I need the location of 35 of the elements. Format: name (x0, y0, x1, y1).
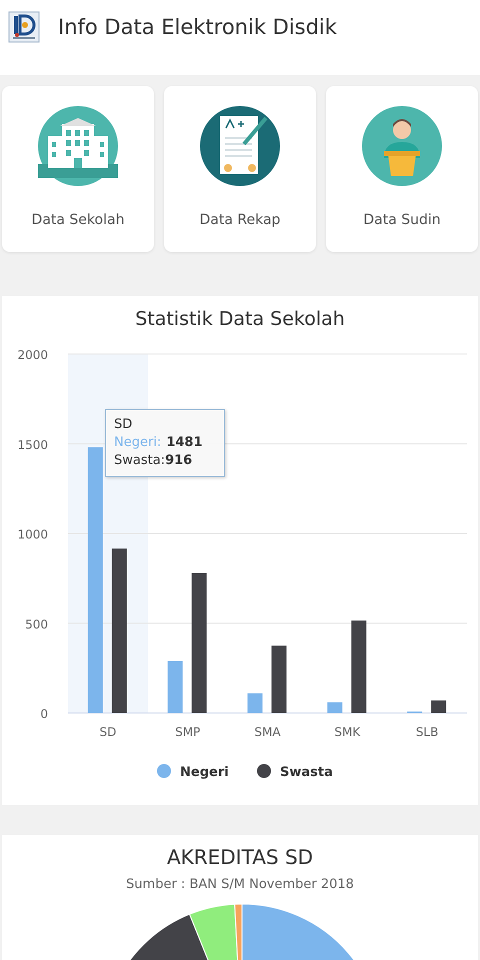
tooltip-title: SD (114, 416, 134, 434)
legend-label[interactable]: Negeri (180, 765, 229, 780)
school-building-icon (38, 106, 118, 186)
chart-title: Statistik Data Sekolah (134, 307, 346, 332)
menu-label: Data Rekap (200, 212, 280, 228)
menu-card[interactable]: Data Sudin (326, 86, 478, 252)
app-title: Info Data Elektronik Disdik (58, 14, 337, 38)
legend-label[interactable]: Swasta (280, 765, 333, 780)
bar[interactable] (351, 620, 366, 713)
chart-title: AKREDITAS SD (166, 844, 314, 869)
x-axis-label: SLB (416, 725, 438, 739)
y-axis-label: 0 (40, 707, 48, 721)
tooltip-value: 916 (165, 453, 192, 468)
graded-paper-icon (200, 106, 280, 186)
y-axis-label: 500 (25, 617, 48, 632)
person-at-podium-icon (362, 106, 442, 186)
chart-subtitle: Sumber : BAN S/M November 2018 (125, 877, 355, 892)
bar[interactable] (192, 573, 207, 713)
menu-label: Data Sudin (363, 212, 441, 228)
menu-card[interactable]: Data Rekap (164, 86, 316, 252)
y-axis-label: 2000 (17, 348, 48, 362)
bar[interactable] (112, 548, 127, 713)
menu-card[interactable]: Data Sekolah (2, 86, 154, 252)
x-axis-label: SD (99, 725, 116, 739)
bar[interactable] (431, 700, 446, 713)
y-axis-label: 1000 (17, 528, 48, 542)
tooltip-label: Swasta: (114, 452, 166, 470)
y-axis-label: 1500 (17, 438, 48, 452)
x-axis-label: SMP (175, 725, 200, 739)
app-logo-icon (8, 10, 40, 42)
x-axis-label: SMK (334, 725, 360, 739)
tooltip-label: Negeri: (114, 434, 162, 452)
menu-label: Data Sekolah (32, 212, 124, 228)
tooltip-value: 1481 (166, 435, 202, 450)
x-axis-label: SMA (254, 725, 281, 739)
